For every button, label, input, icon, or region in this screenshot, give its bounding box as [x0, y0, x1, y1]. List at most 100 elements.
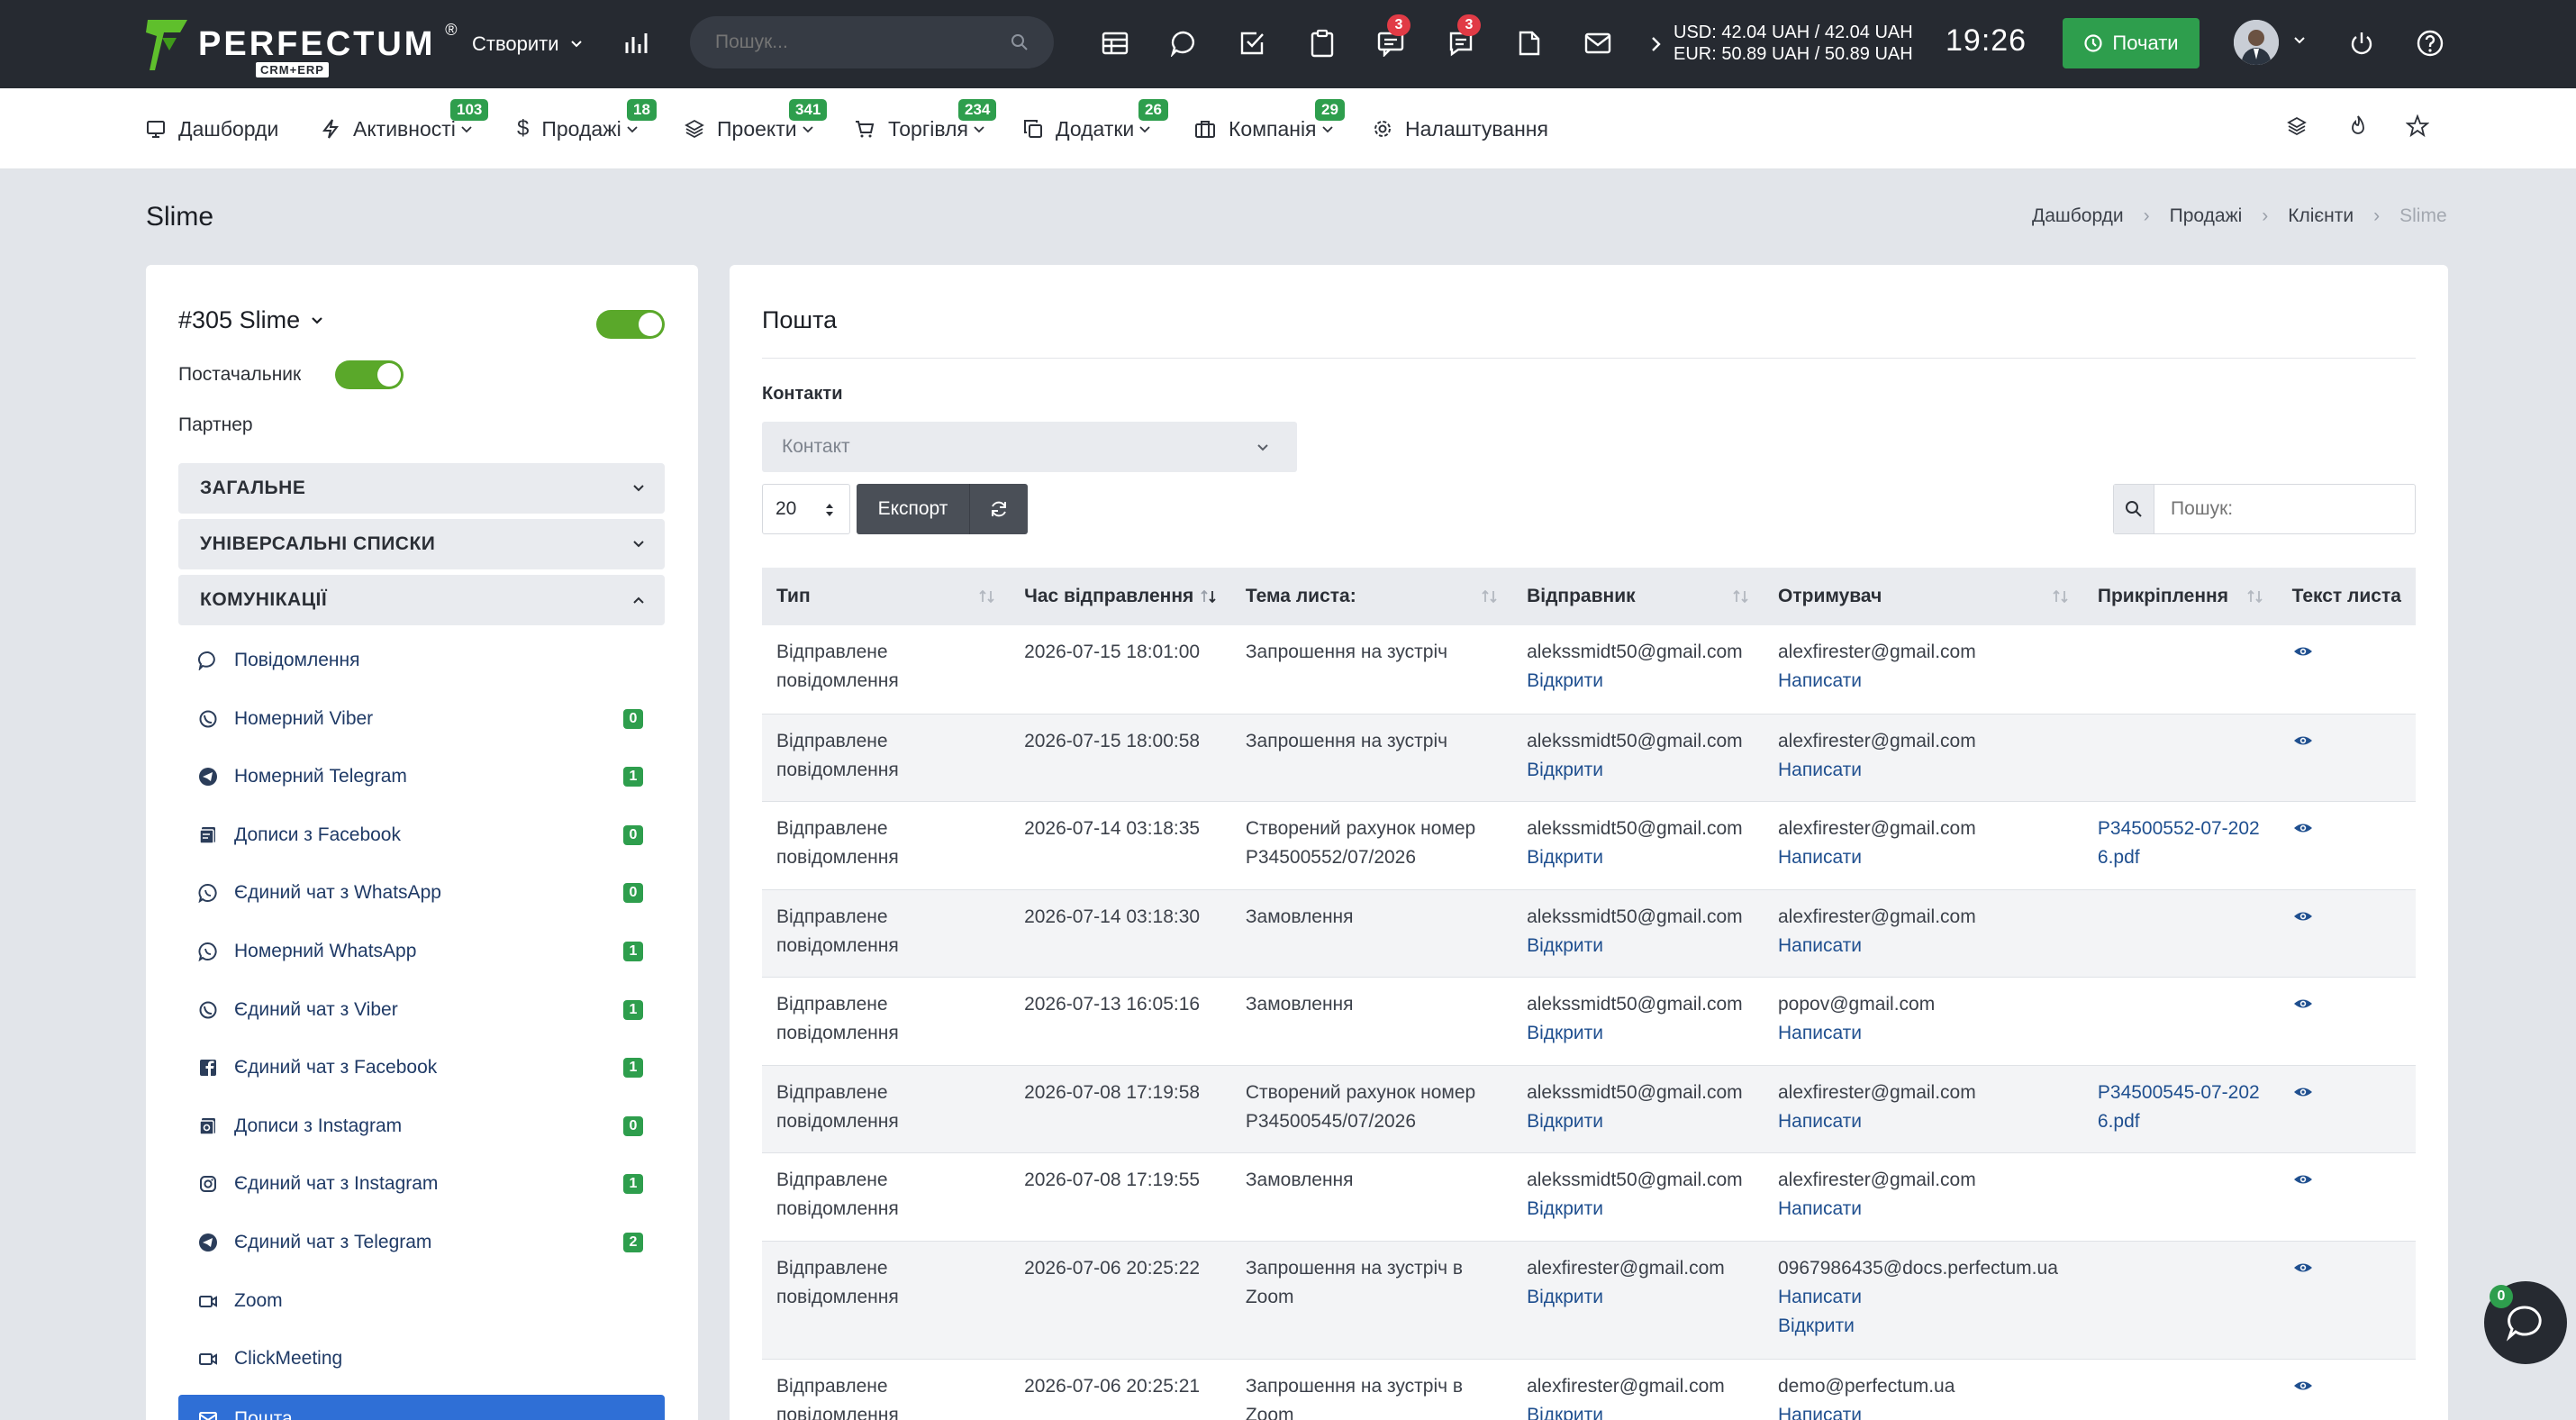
export-button[interactable]: Експорт	[857, 484, 970, 534]
recipient-link[interactable]: Написати	[1778, 1107, 2069, 1136]
start-button-label: Почати	[2112, 32, 2179, 54]
sender-open-link[interactable]: Відкрити	[1527, 932, 1749, 960]
eye-icon[interactable]	[2292, 1260, 2314, 1276]
global-search-input[interactable]	[715, 16, 985, 68]
sender-open-link[interactable]: Відкрити	[1527, 1283, 1749, 1312]
comm-menu-item[interactable]: Єдиний чат з Facebook 1	[198, 1045, 667, 1090]
recipient-link[interactable]: Написати	[1778, 756, 2069, 785]
conversations-icon[interactable]: 3	[1373, 14, 1410, 61]
recipient-link[interactable]: Відкрити	[1778, 1312, 2069, 1341]
refresh-button[interactable]	[970, 484, 1028, 534]
eye-icon[interactable]	[2292, 996, 2314, 1012]
eye-icon[interactable]	[2292, 1084, 2314, 1100]
comm-menu-item[interactable]: Єдиний чат з Telegram 2	[198, 1220, 667, 1265]
nav-settings[interactable]: Налаштування	[1373, 88, 1548, 169]
create-dropdown[interactable]: Створити	[472, 25, 585, 63]
column-header[interactable]: Тема листа:	[1230, 568, 1513, 625]
document-icon[interactable]	[1511, 25, 1547, 61]
stats-icon[interactable]	[618, 25, 654, 61]
eye-icon[interactable]	[2292, 908, 2314, 924]
chat-icon[interactable]	[1166, 25, 1202, 61]
nav-trade[interactable]: Торгівля 234	[854, 88, 997, 169]
breadcrumb-item[interactable]: Клієнти	[2288, 205, 2354, 227]
avatar-chevron-icon[interactable]	[2291, 32, 2308, 49]
sender-open-link[interactable]: Відкрити	[1527, 1195, 1749, 1224]
sender-open-link[interactable]: Відкрити	[1527, 756, 1749, 785]
cell-attachment: P34500552-07-2026.pdf	[2082, 801, 2278, 890]
section-universal-lists[interactable]: УНІВЕРСАЛЬНІ СПИСКИ	[178, 519, 665, 569]
column-header[interactable]: Прикріплення	[2082, 568, 2278, 625]
help-icon[interactable]	[2412, 25, 2448, 61]
calendar-table-icon[interactable]	[1097, 25, 1133, 61]
supplier-toggle[interactable]	[335, 360, 404, 389]
nav-addons[interactable]: Додатки 26	[1023, 88, 1168, 169]
comm-menu-item[interactable]: Zoom	[198, 1279, 667, 1324]
brand-logo[interactable]: PERFECTUM CRM+ERP ®	[144, 13, 457, 77]
contact-select[interactable]: Контакт	[762, 422, 1297, 472]
sender-open-link[interactable]: Відкрити	[1527, 667, 1749, 696]
comm-menu-item[interactable]: ClickMeeting	[198, 1336, 667, 1381]
power-icon[interactable]	[2344, 25, 2380, 61]
table-search-input[interactable]	[2154, 485, 2415, 533]
section-general[interactable]: ЗАГАЛЬНЕ	[178, 463, 665, 514]
comm-menu-item[interactable]: Дописи з Instagram 0	[198, 1104, 667, 1149]
sender-open-link[interactable]: Відкрити	[1527, 1019, 1749, 1048]
comm-menu-item[interactable]: Номерний Viber 0	[198, 696, 667, 742]
nav-sales[interactable]: $ Продажі 18	[517, 88, 657, 169]
column-header[interactable]: Отримувач	[1764, 568, 2083, 625]
breadcrumb-item[interactable]: Дашборди	[2032, 205, 2124, 227]
nav-company[interactable]: Компанія 29	[1194, 88, 1345, 169]
comm-menu-item[interactable]: Повідомлення	[198, 638, 667, 683]
comm-menu-item[interactable]: Номерний WhatsApp 1	[198, 929, 667, 974]
attachment-link[interactable]: P34500545-07-2026.pdf	[2098, 1082, 2260, 1132]
eye-icon[interactable]	[2292, 820, 2314, 836]
mail-type: Відправлене повідомлення	[776, 1169, 899, 1219]
chevron-right-icon[interactable]	[1645, 31, 1668, 58]
comm-menu-item[interactable]: Пошта	[178, 1395, 665, 1420]
client-active-toggle[interactable]	[596, 310, 665, 339]
recipient-link[interactable]: Написати	[1778, 932, 2069, 960]
messages-icon[interactable]: 3	[1443, 14, 1481, 61]
section-communications[interactable]: КОМУНІКАЦІЇ	[178, 575, 665, 625]
eye-icon[interactable]	[2292, 1171, 2314, 1188]
mail-icon[interactable]	[1580, 25, 1616, 61]
comm-menu-item[interactable]: Номерний Telegram 1	[198, 754, 667, 799]
avatar[interactable]	[2234, 20, 2279, 65]
eye-icon[interactable]	[2292, 733, 2314, 749]
breadcrumb-item[interactable]: Продажі	[2170, 205, 2243, 227]
recipient-link[interactable]: Написати	[1778, 1019, 2069, 1048]
attachment-link[interactable]: P34500552-07-2026.pdf	[2098, 818, 2260, 868]
clipboard-icon[interactable]	[1304, 25, 1340, 61]
fire-icon[interactable]	[2344, 112, 2372, 141]
recipient-link[interactable]: Написати	[1778, 1283, 2069, 1312]
global-search[interactable]	[690, 16, 1054, 68]
nav-projects[interactable]: Проекти 341	[685, 88, 828, 169]
column-header[interactable]: Відправник	[1512, 568, 1764, 625]
column-header[interactable]: Тип	[762, 568, 1011, 625]
chat-widget-button[interactable]: 0	[2484, 1281, 2567, 1364]
recipient-link[interactable]: Написати	[1778, 1195, 2069, 1224]
start-button[interactable]: Почати	[2063, 18, 2200, 68]
recipient-link[interactable]: Написати	[1778, 667, 2069, 696]
column-header[interactable]: Час відправлення	[1010, 568, 1231, 625]
comm-menu-item[interactable]: Єдиний чат з WhatsApp 0	[198, 870, 667, 915]
sender-open-link[interactable]: Відкрити	[1527, 1107, 1749, 1136]
page-size-select[interactable]: 20	[762, 484, 850, 534]
eye-icon[interactable]	[2292, 1378, 2314, 1394]
tasks-icon[interactable]	[1234, 25, 1270, 61]
recipient-link[interactable]: Написати	[1778, 1401, 2069, 1420]
nav-dashboards[interactable]: Дашборди	[146, 88, 278, 169]
recipient-link[interactable]: Написати	[1778, 843, 2069, 872]
divider	[762, 358, 2416, 359]
sender-open-link[interactable]: Відкрити	[1527, 843, 1749, 872]
layers-icon[interactable]	[2282, 112, 2311, 141]
star-icon[interactable]	[2403, 112, 2432, 141]
cell-attachment	[2082, 714, 2278, 802]
comm-menu-item[interactable]: Єдиний чат з Instagram 1	[198, 1161, 667, 1206]
comm-menu-item[interactable]: Дописи з Facebook 0	[198, 813, 667, 858]
comm-menu-item[interactable]: Єдиний чат з Viber 1	[198, 988, 667, 1033]
client-name-dropdown[interactable]: #305 Slime	[178, 306, 325, 334]
sender-open-link[interactable]: Відкрити	[1527, 1401, 1749, 1420]
nav-activities[interactable]: Активності 103	[321, 88, 489, 169]
eye-icon[interactable]	[2292, 643, 2314, 660]
